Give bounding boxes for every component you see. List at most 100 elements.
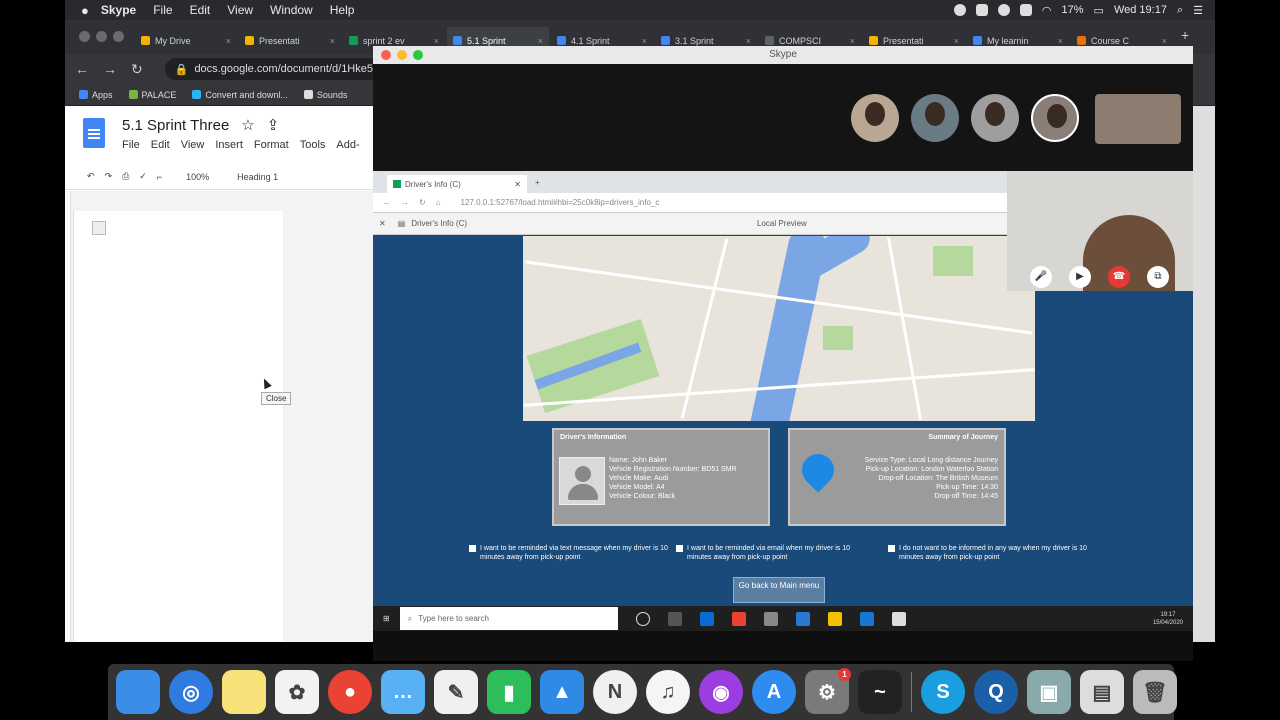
screen-icon[interactable] (975, 4, 988, 16)
windows-clock[interactable]: 19:17 15/04/2020 (1153, 611, 1183, 627)
forward-icon[interactable]: → (103, 61, 117, 77)
active-participant-avatar[interactable] (1031, 94, 1079, 142)
shared-tab[interactable]: Driver's Info (C) ✕ (387, 175, 527, 193)
safari-icon[interactable]: ◎ (169, 670, 213, 714)
close-tab-icon[interactable]: × (330, 36, 335, 46)
spellcheck-icon[interactable]: ✓ (139, 171, 147, 182)
outline-icon[interactable] (92, 221, 106, 235)
close-tab-icon[interactable]: × (1162, 36, 1167, 46)
battery-percent[interactable]: 17% (1062, 4, 1084, 16)
checkbox[interactable] (469, 545, 476, 552)
app-store-icon[interactable]: A (752, 670, 796, 714)
self-video-view[interactable]: 🎤 ▶ ☎ ⧉ (1007, 171, 1193, 291)
menu-file[interactable]: File (153, 3, 172, 17)
checkbox[interactable] (676, 545, 683, 552)
move-icon[interactable]: ⇪ (267, 116, 280, 134)
activity-monitor-icon[interactable]: ~ (858, 670, 902, 714)
document-page[interactable] (73, 211, 283, 641)
bookmark-convert[interactable]: Convert and downl... (192, 89, 288, 100)
notes-icon[interactable] (222, 670, 266, 714)
menu-view[interactable]: View (227, 3, 253, 17)
photos-icon[interactable]: ✿ (275, 670, 319, 714)
search-icon[interactable]: ⌕ (1177, 4, 1183, 17)
app-icon[interactable] (859, 611, 874, 626)
menu-window[interactable]: Window (270, 3, 313, 17)
zoom-window-button[interactable] (113, 31, 124, 42)
messages-icon[interactable]: … (381, 670, 425, 714)
browser-tab[interactable]: My Drive × (135, 27, 237, 54)
bookmark-palace[interactable]: PALACE (128, 89, 176, 100)
docs-menu-file[interactable]: File (122, 139, 140, 151)
news-icon[interactable]: N (593, 670, 637, 714)
star-icon[interactable]: ☆ (241, 116, 254, 134)
control-center-icon[interactable]: ☰ (1193, 4, 1203, 17)
windows-start-icon[interactable]: ⊞ (383, 614, 390, 623)
participant-avatar[interactable] (851, 94, 899, 142)
forward-icon[interactable]: → (401, 198, 409, 207)
skype-icon[interactable]: S (921, 670, 965, 714)
system-preferences-icon[interactable]: ⚙ 1 (805, 668, 851, 714)
style-select[interactable]: Heading 1 (237, 172, 278, 182)
browser-tab[interactable]: Presentati × (239, 27, 341, 54)
home-icon[interactable]: ⌂ (436, 198, 441, 207)
close-tab-icon[interactable]: × (226, 36, 231, 46)
music-icon[interactable]: ♫ (646, 670, 690, 714)
quicktime-icon[interactable]: Q (974, 670, 1018, 714)
close-tab-icon[interactable]: × (954, 36, 959, 46)
end-call-icon[interactable]: ☎ (1108, 266, 1130, 288)
chrome-icon[interactable]: ● (328, 670, 372, 714)
store-icon[interactable] (763, 611, 778, 626)
close-tab-icon[interactable]: × (746, 36, 751, 46)
redo-icon[interactable]: ↷ (105, 171, 113, 182)
docs-menu-format[interactable]: Format (254, 139, 289, 151)
cortana-icon[interactable] (635, 611, 650, 626)
back-icon[interactable]: ← (383, 198, 391, 207)
battery-icon[interactable]: ▭ (1094, 4, 1104, 17)
numbers-icon[interactable]: ▮ (487, 670, 531, 714)
zoom-window-button[interactable] (413, 50, 423, 60)
keynote-icon[interactable]: ▲ (540, 670, 584, 714)
reminder-option-text[interactable]: I want to be reminded via text message w… (469, 544, 669, 562)
back-icon[interactable]: ← (75, 61, 89, 77)
task-view-icon[interactable] (667, 611, 682, 626)
reminder-option-none[interactable]: I do not want to be informed in any way … (888, 544, 1088, 562)
docs-menu-addons[interactable]: Add- (336, 139, 359, 151)
finder-icon[interactable] (116, 670, 160, 714)
video-camera-icon[interactable]: ▶ (1069, 266, 1091, 288)
docs-logo-icon[interactable] (83, 118, 105, 148)
preview-icon[interactable]: ▣ (1027, 670, 1071, 714)
bookmark-sounds[interactable]: Sounds (303, 89, 347, 100)
close-window-button[interactable] (381, 50, 391, 60)
close-app-icon[interactable] (891, 611, 906, 626)
windows-search-box[interactable]: ⌕ Type here to search (399, 607, 618, 630)
more-options-icon[interactable]: ⧉ (1147, 266, 1169, 288)
edge-icon[interactable] (699, 611, 714, 626)
folder-icon[interactable] (827, 611, 842, 626)
close-tab-icon[interactable]: × (850, 36, 855, 46)
close-tab-icon[interactable]: × (434, 36, 439, 46)
document-title[interactable]: 5.1 Sprint Three (122, 117, 229, 134)
bookmark-apps[interactable]: Apps (79, 89, 113, 100)
menu-edit[interactable]: Edit (190, 3, 211, 17)
reminder-option-email[interactable]: I want to be reminded via email when my … (676, 544, 876, 562)
paint-format-icon[interactable]: ⌐ (157, 172, 162, 182)
textedit-icon[interactable]: ✎ (434, 670, 478, 714)
back-to-main-menu-button[interactable]: Go back to Main menu (733, 577, 825, 603)
status-icon[interactable] (953, 4, 966, 16)
wifi-icon[interactable]: ◠ (1042, 4, 1052, 17)
undo-icon[interactable]: ↶ (87, 171, 95, 182)
folder-icon[interactable]: ▤ (1080, 670, 1124, 714)
map[interactable] (523, 236, 1035, 421)
participant-avatar[interactable] (911, 94, 959, 142)
display-icon[interactable] (1019, 4, 1032, 16)
docs-menu-edit[interactable]: Edit (151, 139, 170, 151)
close-tab-icon[interactable]: × (1058, 36, 1063, 46)
user-icon[interactable] (997, 4, 1010, 16)
shared-url[interactable]: 127.0.0.1:52767/load.html#hbi=25c0k8ip=d… (461, 198, 660, 207)
docs-menu-view[interactable]: View (181, 139, 205, 151)
reload-icon[interactable]: ↻ (131, 61, 143, 78)
trash-icon[interactable]: 🗑 (1133, 670, 1177, 714)
zoom-select[interactable]: 100% (186, 172, 209, 182)
menu-help[interactable]: Help (330, 3, 355, 17)
docs-menu-tools[interactable]: Tools (300, 139, 326, 151)
